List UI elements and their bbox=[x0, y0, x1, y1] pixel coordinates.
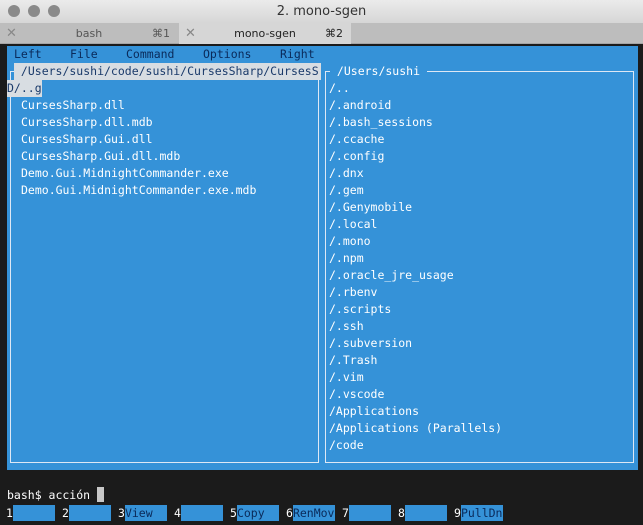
dir-item[interactable]: /.dnx bbox=[329, 165, 364, 182]
cursor bbox=[97, 487, 105, 502]
dir-item[interactable]: /.Trash bbox=[329, 352, 377, 369]
close-window-button[interactable] bbox=[8, 5, 20, 17]
dir-item[interactable]: /.vim bbox=[329, 369, 364, 386]
function-key-8[interactable]: 8 bbox=[398, 505, 447, 521]
key-number: 5 bbox=[230, 506, 237, 520]
tab-bar: ✕ bash ⌘1 ✕ mono-sgen ⌘2 bbox=[0, 23, 643, 44]
dir-item[interactable]: /Applications (Parallels) bbox=[329, 420, 502, 437]
key-number: 4 bbox=[174, 506, 181, 520]
function-key-2[interactable]: 2 bbox=[62, 505, 111, 521]
dir-item[interactable]: /.. bbox=[329, 80, 350, 97]
dir-item[interactable]: /.ccache bbox=[329, 131, 384, 148]
key-number: 2 bbox=[62, 506, 69, 520]
key-label: Copy bbox=[236, 505, 279, 521]
dir-item[interactable]: /.local bbox=[329, 216, 377, 233]
key-label bbox=[180, 505, 223, 521]
dir-item[interactable]: /Applications bbox=[329, 403, 419, 420]
file-item[interactable]: CursesSharp.dll bbox=[21, 97, 125, 114]
function-key-5[interactable]: 5Copy bbox=[230, 505, 279, 521]
file-item[interactable]: Demo.Gui.MidnightCommander.exe bbox=[21, 165, 229, 182]
dir-item[interactable]: /.scripts bbox=[329, 301, 391, 318]
dir-item[interactable]: /.rbenv bbox=[329, 284, 377, 301]
key-label: PullDn bbox=[460, 505, 503, 521]
key-number: 8 bbox=[398, 506, 405, 520]
menu-right[interactable]: Right bbox=[280, 46, 315, 63]
window-title: 2. mono-sgen bbox=[276, 4, 367, 19]
dir-item[interactable]: /.ssh bbox=[329, 318, 364, 335]
dir-item[interactable]: /.gem bbox=[329, 182, 364, 199]
dir-item[interactable]: /.config bbox=[329, 148, 384, 165]
tab-shortcut: ⌘1 bbox=[152, 27, 170, 40]
menu-options[interactable]: Options bbox=[203, 46, 251, 63]
function-key-4[interactable]: 4 bbox=[174, 505, 223, 521]
file-item[interactable]: Demo.Gui.MidnightCommander.exe.mdb bbox=[21, 182, 256, 199]
key-label bbox=[348, 505, 391, 521]
dir-item[interactable]: /.oracle_jre_usage bbox=[329, 267, 454, 284]
function-key-9[interactable]: 9PullDn bbox=[454, 505, 503, 521]
dir-item[interactable]: /.android bbox=[329, 97, 391, 114]
key-label bbox=[404, 505, 447, 521]
file-item[interactable]: CursesSharp.Gui.dll.mdb bbox=[21, 148, 180, 165]
dir-item[interactable]: /.vscode bbox=[329, 386, 384, 403]
left-panel-path: /Users/sushi/code/sushi/CursesSharp/Curs… bbox=[14, 63, 321, 80]
dir-item[interactable]: /code bbox=[329, 437, 364, 454]
dir-item[interactable]: /.subversion bbox=[329, 335, 412, 352]
key-number: 9 bbox=[454, 506, 461, 520]
key-number: 1 bbox=[6, 506, 13, 520]
key-label bbox=[68, 505, 111, 521]
title-bar: 2. mono-sgen bbox=[0, 0, 643, 23]
file-item[interactable]: CursesSharp.dll.mdb bbox=[21, 114, 153, 131]
minimize-window-button[interactable] bbox=[28, 5, 40, 17]
menu-file[interactable]: File bbox=[70, 46, 98, 63]
dir-item[interactable]: /.Genymobile bbox=[329, 199, 412, 216]
key-number: 3 bbox=[118, 506, 125, 520]
key-number: 6 bbox=[286, 506, 293, 520]
menu-left[interactable]: Left bbox=[14, 46, 42, 63]
right-panel-path: /Users/sushi bbox=[330, 63, 427, 80]
shell-prompt[interactable]: bash$ acción bbox=[7, 487, 105, 504]
menu-command[interactable]: Command bbox=[126, 46, 174, 63]
prompt-text: bash$ acción bbox=[7, 488, 98, 502]
selected-entry[interactable]: D/..g bbox=[7, 80, 42, 97]
tab-shortcut: ⌘2 bbox=[325, 27, 343, 40]
dir-item[interactable]: /.bash_sessions bbox=[329, 114, 433, 131]
zoom-window-button[interactable] bbox=[48, 5, 60, 17]
function-key-6[interactable]: 6RenMov bbox=[286, 505, 335, 521]
dir-item[interactable]: /.mono bbox=[329, 233, 371, 250]
key-number: 7 bbox=[342, 506, 349, 520]
tab-bash[interactable]: ✕ bash ⌘1 bbox=[0, 23, 178, 44]
dir-item[interactable]: /.npm bbox=[329, 250, 364, 267]
tab-mono-sgen[interactable]: ✕ mono-sgen ⌘2 bbox=[179, 23, 351, 44]
key-label: RenMov bbox=[292, 505, 335, 521]
file-item[interactable]: CursesSharp.Gui.dll bbox=[21, 131, 153, 148]
key-label: View bbox=[124, 505, 167, 521]
function-key-1[interactable]: 1 bbox=[6, 505, 55, 521]
function-key-3[interactable]: 3View bbox=[118, 505, 167, 521]
key-label bbox=[12, 505, 55, 521]
function-key-7[interactable]: 7 bbox=[342, 505, 391, 521]
